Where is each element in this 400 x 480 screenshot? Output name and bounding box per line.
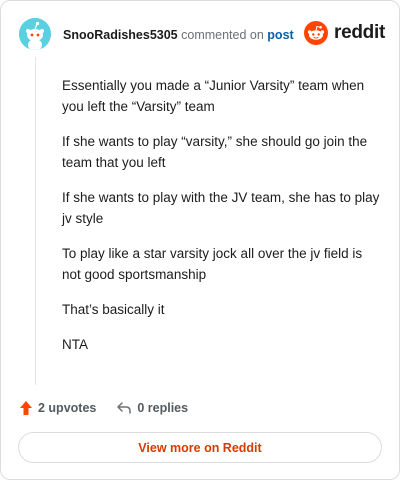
- reddit-comment-card: SnooRadishes5305 commented on post reddi…: [0, 0, 400, 480]
- view-more-button[interactable]: View more on Reddit: [18, 432, 382, 463]
- reply-count: 0 replies: [137, 401, 189, 415]
- comment-paragraph: NTA: [62, 337, 88, 352]
- reddit-wordmark: reddit: [334, 22, 385, 43]
- avatar[interactable]: [19, 18, 51, 50]
- reddit-brand[interactable]: reddit: [304, 20, 385, 46]
- username[interactable]: SnooRadishes5305: [63, 28, 178, 42]
- snoo-avatar-icon: [19, 18, 51, 50]
- comment-footer: 2 upvotes 0 replies: [19, 397, 208, 419]
- comment-meta: SnooRadishes5305 commented on post: [63, 28, 294, 42]
- reply-arrow-icon: [117, 402, 132, 414]
- comment-paragraph: If she wants to play “varsity,” she shou…: [62, 134, 368, 170]
- post-link[interactable]: post: [267, 28, 293, 42]
- upvote-count: 2 upvotes: [38, 401, 97, 415]
- reddit-logo-icon: [304, 21, 329, 45]
- thread-line: [35, 57, 36, 385]
- comment-paragraph: Essentially you made a “Junior Varsity” …: [62, 78, 365, 114]
- action-text: commented on: [181, 28, 264, 42]
- comment-body: Essentially you made a “Junior Varsity” …: [62, 75, 382, 369]
- comment-header: SnooRadishes5305 commented on post reddi…: [15, 15, 385, 55]
- reply-button[interactable]: 0 replies: [116, 401, 188, 415]
- comment-paragraph: If she wants to play with the JV team, s…: [62, 190, 380, 226]
- upvote-arrow-icon: [20, 401, 32, 415]
- comment-paragraph: To play like a star varsity jock all ove…: [62, 246, 363, 282]
- upvote-button[interactable]: 2 upvotes: [19, 400, 96, 416]
- comment-paragraph: That’s basically it: [62, 302, 165, 317]
